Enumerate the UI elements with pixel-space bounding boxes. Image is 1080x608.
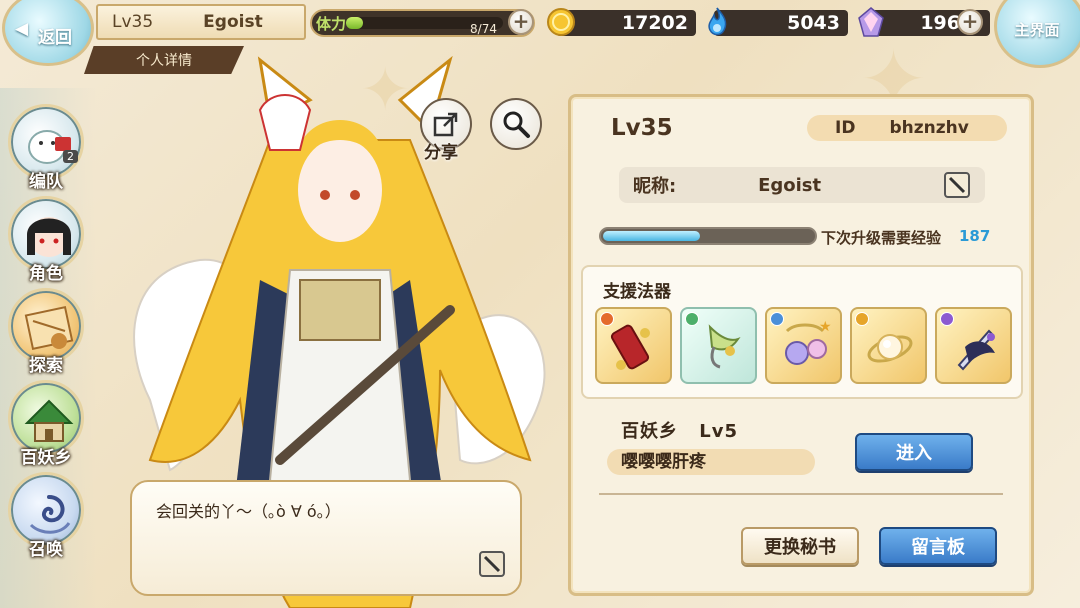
nav-explore[interactable]: 探索	[4, 288, 88, 376]
gold-coin-icon	[547, 8, 575, 36]
village-info: 百妖乡 Lv5	[621, 417, 738, 443]
player-info-panel: Lv35 ID bhznzhv 昵称: Egoist 下次升级需要经验 187 …	[568, 94, 1034, 596]
blue-flame-icon	[708, 7, 727, 36]
support-artifacts-title: 支援法器	[603, 282, 671, 302]
nav-summon-label: 召唤	[29, 540, 63, 560]
side-nav: 2 编队 角色 探索 百妖乡 召唤	[0, 88, 96, 608]
charm-icon	[708, 324, 741, 369]
signature-speech-bubble: 会回关的丫～（｡ò ∀ ó｡）	[130, 480, 522, 596]
support-item-orb-pendant[interactable]: ★	[765, 307, 842, 384]
back-arrow-icon: ◀	[15, 19, 29, 39]
player-plate: Lv35 Egoist	[96, 4, 306, 40]
nav-characters-label: 角色	[29, 264, 63, 284]
add-crystal-button[interactable]: +	[957, 9, 983, 35]
support-item-scroll[interactable]	[595, 307, 672, 384]
orb-pendant-icon: ★	[785, 319, 832, 365]
stamina-label: 体力	[316, 14, 347, 33]
player-level: Lv35	[112, 12, 154, 32]
nav-characters[interactable]: 角色	[4, 196, 88, 284]
id-value: bhznzhv	[889, 118, 969, 138]
main-menu-button[interactable]: 主界面	[994, 0, 1080, 68]
village-name: 百妖乡	[621, 421, 678, 442]
panel-level: Lv35	[611, 115, 673, 141]
message-board-button[interactable]: 留言板	[879, 527, 997, 565]
stamina-value: 8/74	[470, 22, 497, 36]
edit-nickname-icon[interactable]	[943, 171, 971, 199]
svg-text:★: ★	[819, 319, 832, 335]
exp-label: 下次升级需要经验	[821, 229, 942, 247]
support-item-charm[interactable]	[680, 307, 757, 384]
enter-village-button[interactable]: 进入	[855, 433, 973, 471]
exp-value: 187	[959, 227, 991, 245]
player-id-pill: ID bhznzhv	[807, 115, 1007, 141]
share-label: 分享	[424, 143, 458, 163]
nav-summon[interactable]: 召唤	[4, 472, 88, 560]
nickname-row: 昵称: Egoist	[619, 167, 985, 203]
magnifier-icon	[503, 111, 530, 138]
spirit-amount: 5043	[714, 10, 848, 36]
stamina-bar: 体力 8/74	[310, 9, 535, 37]
exp-progress-bar	[599, 227, 817, 245]
back-button[interactable]: ◀ 返回	[2, 0, 94, 66]
edit-signature-icon[interactable]	[478, 550, 506, 578]
crystal-ring-icon	[867, 334, 913, 363]
support-artifacts-section: 支援法器 ★	[581, 265, 1023, 399]
village-message: 嘤嘤嘤肝疼	[607, 449, 815, 475]
exp-progress-fill	[603, 231, 700, 241]
change-secretary-button[interactable]: 更换秘书	[741, 527, 859, 565]
rainbow-crystal-icon	[858, 7, 884, 37]
player-name: Egoist	[203, 12, 263, 32]
support-item-sword[interactable]	[935, 307, 1012, 384]
panel-divider	[599, 493, 1003, 495]
support-artifact-list: ★	[595, 307, 1012, 384]
team-count-badge: 2	[63, 150, 78, 163]
main-menu-label: 主界面	[1014, 20, 1060, 39]
add-stamina-button[interactable]: +	[508, 9, 534, 35]
share-icon	[433, 112, 458, 137]
signature-text: 会回关的丫～（｡ò ∀ ó｡）	[156, 502, 341, 521]
support-item-crystal-ring[interactable]	[850, 307, 927, 384]
gold-amount: 17202	[556, 10, 696, 36]
nav-team-label: 编队	[29, 172, 63, 192]
nav-village-label: 百妖乡	[20, 448, 72, 468]
nickname-value: Egoist	[758, 174, 822, 196]
nav-village[interactable]: 百妖乡	[4, 380, 88, 468]
back-button-label: 返回	[38, 27, 72, 48]
nav-explore-label: 探索	[29, 356, 63, 376]
nickname-label: 昵称:	[633, 176, 677, 197]
zoom-button[interactable]	[490, 98, 542, 150]
sword-icon	[957, 329, 995, 371]
scroll-icon	[610, 324, 650, 370]
village-level: Lv5	[699, 421, 739, 442]
nav-team[interactable]: 2 编队	[4, 104, 88, 192]
stamina-fill	[346, 17, 363, 29]
id-label: ID	[835, 118, 856, 138]
